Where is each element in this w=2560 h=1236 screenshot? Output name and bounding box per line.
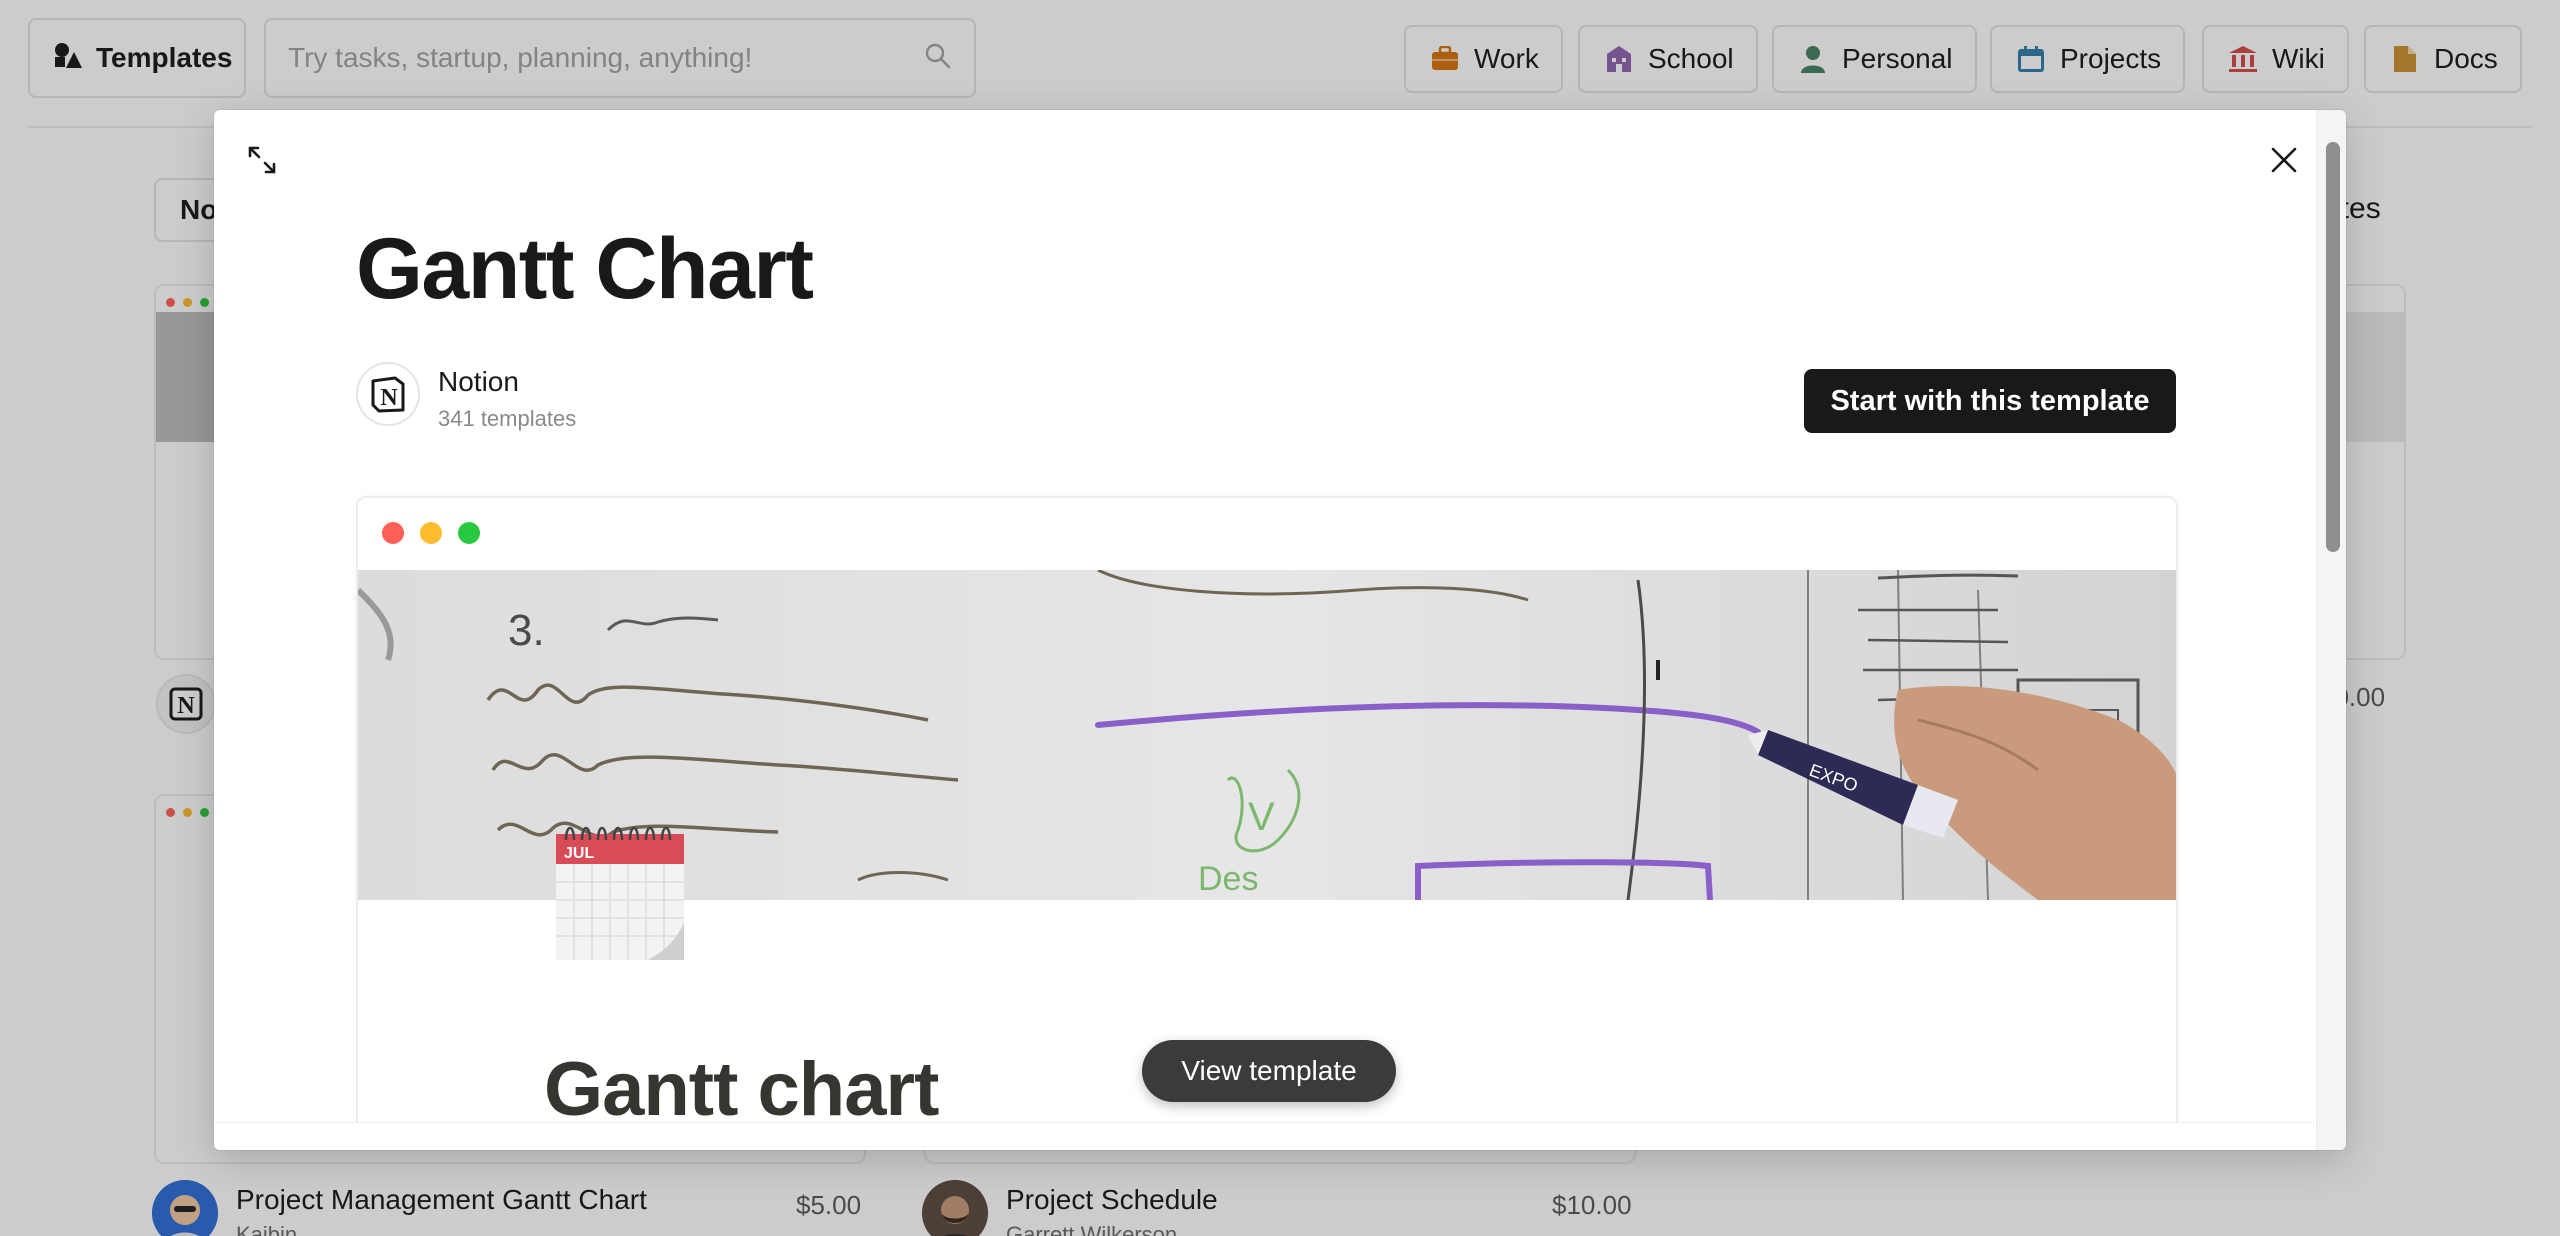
creator-name[interactable]: Notion xyxy=(438,366,519,398)
minimize-dot xyxy=(420,522,442,544)
close-icon[interactable] xyxy=(2262,138,2306,182)
modal-title: Gantt Chart xyxy=(356,221,814,317)
view-template-button[interactable]: View template xyxy=(1142,1040,1396,1102)
notion-logo-icon[interactable]: N xyxy=(356,362,420,426)
svg-text:JUL: JUL xyxy=(564,845,594,862)
close-dot xyxy=(382,522,404,544)
template-preview-window: 3. V Des EXPO JUL Gantt chart View templ… xyxy=(356,496,2178,1150)
modal-bottom-edge xyxy=(214,1122,2314,1150)
svg-text:Des: Des xyxy=(1198,860,1258,898)
expand-icon[interactable] xyxy=(242,140,282,180)
start-with-template-button[interactable]: Start with this template xyxy=(1804,369,2176,433)
svg-text:3.: 3. xyxy=(508,606,545,655)
scrollbar-thumb[interactable] xyxy=(2326,142,2340,552)
window-controls xyxy=(382,522,480,544)
template-preview-modal: Gantt Chart N Notion 341 templates Start… xyxy=(214,110,2346,1150)
svg-text:N: N xyxy=(380,385,398,411)
scrollbar[interactable] xyxy=(2316,110,2346,1150)
maximize-dot xyxy=(458,522,480,544)
calendar-page-icon: JUL xyxy=(554,816,686,962)
preview-page-title: Gantt chart xyxy=(544,1047,939,1132)
svg-text:V: V xyxy=(1248,795,1275,839)
creator-template-count: 341 templates xyxy=(438,406,577,431)
